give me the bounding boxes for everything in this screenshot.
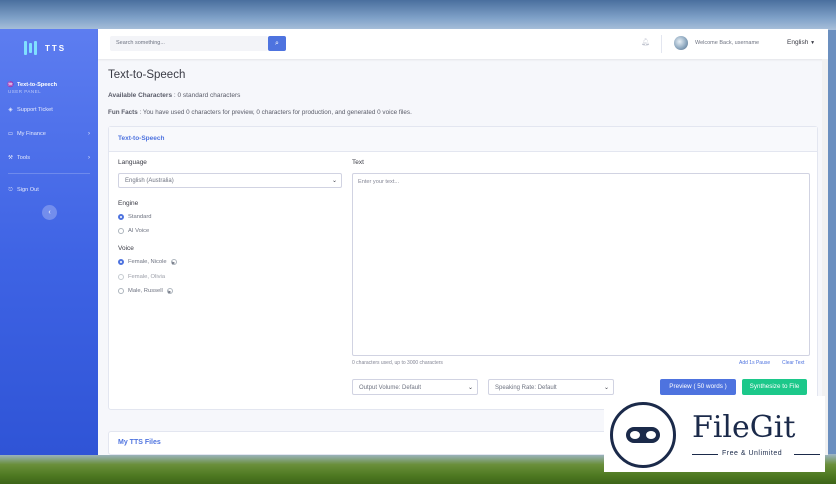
available-characters: Available Characters : 0 standard charac… bbox=[108, 92, 240, 99]
sidebar-item-label: My Finance bbox=[17, 131, 46, 137]
voice-option-olivia[interactable]: Female, Olivia bbox=[118, 274, 165, 280]
fun-facts-label: Fun Facts bbox=[108, 109, 138, 116]
speaking-rate-select[interactable]: Speaking Rate: Default ⌄ bbox=[488, 379, 614, 395]
filegit-logo-icon bbox=[610, 402, 676, 468]
watermark-rule-right bbox=[794, 454, 820, 455]
tts-card: Text-to-Speech Language English (Austral… bbox=[108, 126, 818, 410]
engine-field-label: Engine bbox=[118, 200, 139, 207]
speaking-rate-value: Speaking Rate: Default bbox=[495, 385, 557, 391]
page-title: Text-to-Speech bbox=[108, 69, 186, 81]
search-button[interactable]: ⌕ bbox=[268, 36, 286, 51]
fun-facts-text: : You have used 0 characters for preview… bbox=[139, 109, 412, 116]
chevron-right-icon: › bbox=[88, 131, 90, 137]
waveform-icon: ♒ bbox=[7, 82, 14, 88]
topbar: Search something... ⌕ 🔔︎ Welcome Back, u… bbox=[98, 29, 828, 59]
language-select-value: English (Australia) bbox=[125, 178, 174, 184]
sidebar-item-label: Tools bbox=[17, 155, 31, 161]
play-icon[interactable]: ▶ bbox=[166, 288, 173, 294]
bell-icon[interactable]: 🔔︎ bbox=[641, 38, 650, 46]
caret-down-icon: ▼ bbox=[810, 40, 816, 46]
language-select[interactable]: English (Australia) ⌄ bbox=[118, 173, 342, 188]
watermark-rule-left bbox=[692, 454, 718, 455]
radio-unchecked bbox=[118, 228, 124, 234]
sidebar-divider bbox=[8, 173, 90, 174]
sidebar: TTS USER PANEL ♒ Text-to-Speech ◈ Suppor… bbox=[0, 29, 98, 455]
voice-option-label: Male, Russell bbox=[128, 288, 163, 294]
chevron-down-icon: ⌄ bbox=[603, 385, 609, 391]
sidebar-item-label: Text-to-Speech bbox=[17, 82, 57, 88]
sidebar-item-sign-out[interactable]: ⎋ Sign Out bbox=[0, 182, 98, 198]
available-label: Available Characters bbox=[108, 92, 173, 99]
sidebar-item-label: Sign Out bbox=[17, 187, 39, 193]
sidebar-item-text-to-speech[interactable]: ♒ Text-to-Speech bbox=[0, 77, 98, 93]
voice-option-nicole[interactable]: Female, Nicole ▶ bbox=[118, 259, 177, 265]
engine-option-standard[interactable]: Standard bbox=[118, 214, 152, 220]
language-dropdown[interactable]: English ▼ bbox=[787, 39, 815, 46]
chevron-down-icon: ⌄ bbox=[331, 178, 337, 184]
engine-option-ai-voice[interactable]: AI Voice bbox=[118, 228, 149, 234]
sidebar-item-my-finance[interactable]: ▭ My Finance › bbox=[0, 126, 98, 142]
chevron-down-icon: ⌄ bbox=[467, 385, 473, 391]
brand-name: TTS bbox=[45, 43, 67, 53]
chevron-right-icon: › bbox=[88, 155, 90, 161]
synthesize-button[interactable]: Synthesize to File bbox=[742, 379, 807, 395]
radio-unchecked bbox=[118, 288, 124, 294]
sidebar-item-label: Support Ticket bbox=[17, 107, 53, 113]
voice-option-label: Female, Olivia bbox=[128, 274, 166, 280]
clear-text-link[interactable]: Clear Text bbox=[782, 360, 804, 366]
brand-logo-icon bbox=[24, 41, 37, 55]
language-label: English bbox=[787, 39, 809, 46]
character-count: 0 characters used, up to 3000 characters bbox=[352, 360, 443, 366]
language-field-label: Language bbox=[118, 159, 147, 166]
fun-facts: Fun Facts : You have used 0 characters f… bbox=[108, 109, 412, 116]
voice-option-russell[interactable]: Male, Russell ▶ bbox=[118, 288, 173, 294]
radio-checked bbox=[118, 214, 124, 220]
avatar[interactable] bbox=[674, 36, 688, 50]
output-volume-select[interactable]: Output Volume: Default ⌄ bbox=[352, 379, 478, 395]
sidebar-item-tools[interactable]: ⚒ Tools › bbox=[0, 150, 98, 166]
preview-button[interactable]: Preview ( 50 words ) bbox=[660, 379, 736, 395]
desktop-background-top bbox=[0, 0, 836, 30]
search-icon: ⌕ bbox=[275, 40, 279, 47]
brand[interactable]: TTS bbox=[0, 29, 98, 59]
output-volume-value: Output Volume: Default bbox=[359, 385, 422, 391]
tts-card-title: Text-to-Speech bbox=[109, 127, 817, 152]
watermark: FileGit Free & Unlimited bbox=[604, 396, 825, 472]
sidebar-collapse-button[interactable]: ‹ bbox=[42, 205, 57, 220]
voice-field-label: Voice bbox=[118, 245, 134, 252]
tts-files-title: My TTS Files bbox=[118, 439, 161, 446]
search-input[interactable]: Search something... bbox=[110, 36, 268, 51]
wrench-icon: ⚒ bbox=[8, 155, 13, 161]
text-input[interactable]: Enter your text... bbox=[352, 173, 810, 356]
chevron-left-icon: ‹ bbox=[48, 209, 51, 216]
engine-option-label: Standard bbox=[128, 214, 152, 220]
sign-out-icon: ⎋ bbox=[8, 186, 13, 193]
topbar-divider bbox=[661, 35, 662, 53]
watermark-title: FileGit bbox=[692, 410, 796, 445]
sidebar-item-support-ticket[interactable]: ◈ Support Ticket bbox=[0, 102, 98, 118]
welcome-text[interactable]: Welcome Back, username bbox=[695, 40, 759, 46]
engine-option-label: AI Voice bbox=[128, 228, 150, 234]
radio-checked bbox=[118, 259, 124, 265]
tag-icon: ◈ bbox=[8, 107, 13, 113]
text-field-label: Text bbox=[352, 159, 364, 166]
wallet-icon: ▭ bbox=[7, 131, 14, 137]
watermark-subtitle: Free & Unlimited bbox=[722, 450, 783, 457]
play-icon[interactable]: ▶ bbox=[170, 259, 177, 265]
available-value: : 0 standard characters bbox=[173, 92, 241, 99]
voice-option-label: Female, Nicole bbox=[128, 259, 167, 265]
radio-unchecked bbox=[118, 274, 124, 280]
add-pause-link[interactable]: Add 1s Pause bbox=[739, 360, 770, 366]
